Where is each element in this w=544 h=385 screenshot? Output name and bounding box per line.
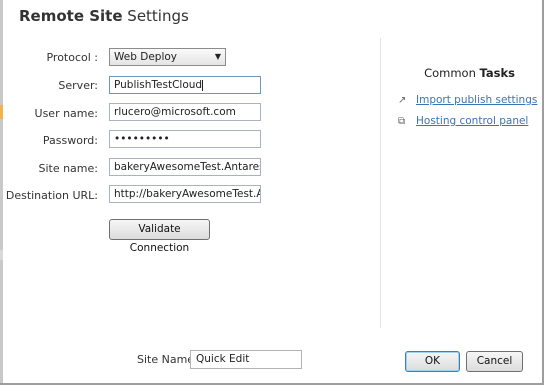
dialog-title-bold: Remote Site	[19, 7, 123, 25]
protocol-label: Protocol :	[46, 51, 98, 64]
panel-icon: ⧉	[398, 116, 406, 127]
task-import-publish-settings[interactable]: ↗ Import publish settings	[398, 94, 537, 106]
server-field-value: PublishTestCloud	[114, 79, 203, 91]
username-field[interactable]: rlucero@microsoft.com	[109, 103, 261, 121]
ok-button[interactable]: OK	[405, 351, 460, 372]
import-icon: ↗	[398, 95, 407, 106]
server-field[interactable]: PublishTestCloud	[109, 76, 261, 94]
dialog-title: Remote Site Settings	[19, 7, 189, 25]
cancel-button[interactable]: Cancel	[466, 351, 523, 372]
destination-url-label: Destination URL:	[5, 189, 98, 202]
edge-shade	[0, 250, 3, 260]
panel-divider	[380, 38, 381, 328]
common-tasks-heading-bold: Tasks	[479, 66, 515, 80]
footer-site-name-label: Site Name	[137, 353, 195, 366]
site-name-label: Site name:	[38, 162, 98, 175]
dropdown-arrow-icon: ▼	[214, 52, 221, 61]
task-hosting-control-panel[interactable]: ⧉ Hosting control panel	[398, 115, 528, 127]
text-caret	[202, 79, 204, 91]
footer-site-name-value: Quick Edit	[196, 353, 250, 365]
site-name-field[interactable]: bakeryAwesomeTest.AntaresCloud.c	[109, 158, 261, 176]
password-field-value: •••••••••	[114, 133, 170, 145]
common-tasks-heading: Common Tasks	[424, 66, 515, 80]
import-publish-settings-link[interactable]: Import publish settings	[416, 94, 537, 106]
username-label: User name:	[34, 107, 98, 120]
footer-site-name-field[interactable]: Quick Edit	[190, 350, 302, 369]
protocol-select[interactable]: Web Deploy ▼	[109, 48, 226, 66]
site-name-field-value: bakeryAwesomeTest.AntaresCloud.c	[114, 161, 260, 173]
username-field-value: rlucero@microsoft.com	[114, 106, 236, 118]
edge-highlight	[0, 105, 3, 119]
destination-url-field-value: http://bakeryAwesomeTest.AntaresC	[114, 188, 260, 200]
protocol-select-value: Web Deploy	[114, 51, 177, 63]
password-field[interactable]: •••••••••	[109, 130, 261, 148]
common-tasks-heading-light: Common	[424, 66, 476, 80]
validate-connection-button[interactable]: Validate Connection	[109, 219, 210, 254]
dialog-title-rest: Settings	[127, 7, 189, 25]
destination-url-field[interactable]: http://bakeryAwesomeTest.AntaresC	[109, 185, 261, 203]
window-left-edge	[0, 0, 3, 385]
password-label: Password:	[42, 134, 98, 147]
hosting-control-panel-link[interactable]: Hosting control panel	[416, 115, 528, 127]
server-label: Server:	[58, 79, 98, 92]
